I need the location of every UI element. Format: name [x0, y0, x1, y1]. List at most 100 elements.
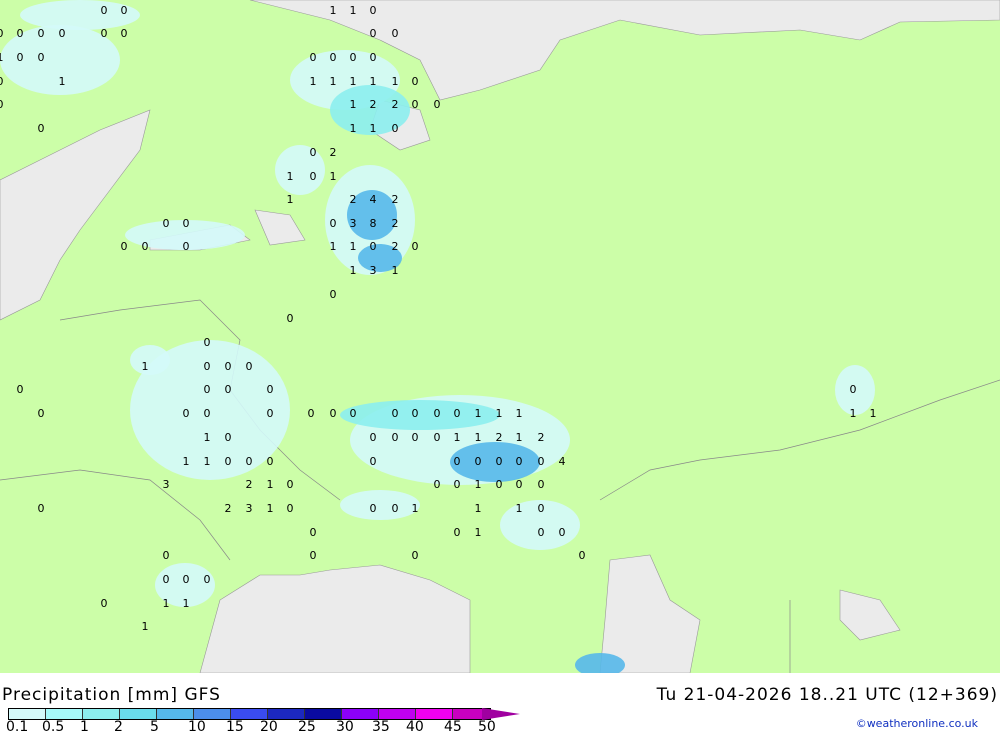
precipitation-value-label: 0: [392, 27, 399, 40]
precipitation-value-label: 0: [454, 526, 461, 539]
precipitation-map[interactable]: 0011000000000100000001111110012200011002…: [0, 0, 1000, 673]
precipitation-value-label: 0: [246, 360, 253, 373]
precipitation-value-label: 0: [330, 217, 337, 230]
precipitation-area: [340, 490, 420, 520]
precipitation-value-label: 0: [310, 526, 317, 539]
precipitation-value-label: 0: [370, 27, 377, 40]
precipitation-value-label: 0: [225, 431, 232, 444]
precipitation-value-label: 0: [163, 217, 170, 230]
precipitation-value-label: 0: [101, 597, 108, 610]
precipitation-value-label: 1: [392, 264, 399, 277]
precipitation-value-label: 4: [370, 193, 377, 206]
precipitation-value-label: 0: [412, 407, 419, 420]
lake-ladoga: [254, 209, 306, 246]
precipitation-value-label: 1: [204, 431, 211, 444]
precipitation-value-label: 1: [350, 264, 357, 277]
precipitation-value-label: 0: [142, 240, 149, 253]
precipitation-value-label: 1: [516, 431, 523, 444]
precipitation-value-label: 0: [412, 549, 419, 562]
precipitation-value-label: 2: [392, 193, 399, 206]
precipitation-value-label: 0: [38, 407, 45, 420]
precipitation-value-label: 0: [121, 4, 128, 17]
precipitation-value-label: 0: [350, 51, 357, 64]
precipitation-value-label: 0: [267, 383, 274, 396]
precipitation-value-label: 1: [496, 407, 503, 420]
color-swatch: [305, 709, 342, 719]
credit-link[interactable]: ©weatheronline.co.uk: [856, 717, 978, 730]
precipitation-value-label: 1: [475, 431, 482, 444]
caspian-sea: [599, 554, 701, 673]
precipitation-value-label: 2: [225, 502, 232, 515]
precipitation-value-label: 1: [350, 122, 357, 135]
precipitation-value-label: 1: [516, 407, 523, 420]
precipitation-value-label: 0: [183, 240, 190, 253]
precipitation-value-label: 2: [538, 431, 545, 444]
precipitation-value-label: 0: [17, 27, 24, 40]
precipitation-value-label: 2: [350, 193, 357, 206]
precipitation-value-label: 2: [392, 240, 399, 253]
precipitation-value-label: 0: [310, 51, 317, 64]
color-swatch: [342, 709, 379, 719]
precipitation-value-label: 0: [516, 455, 523, 468]
precipitation-value-label: 0: [434, 478, 441, 491]
precipitation-value-label: 1: [870, 407, 877, 420]
precipitation-value-label: 0: [310, 146, 317, 159]
precipitation-value-label: 0: [412, 98, 419, 111]
precipitation-value-label: 4: [559, 455, 566, 468]
precipitation-value-label: 0: [308, 407, 315, 420]
precipitation-value-label: 1: [310, 75, 317, 88]
precipitation-value-label: 0: [370, 431, 377, 444]
color-swatch: [157, 709, 194, 719]
color-swatch: [379, 709, 416, 719]
precipitation-value-label: 1: [287, 170, 294, 183]
precipitation-value-label: 0: [559, 526, 566, 539]
precipitation-value-label: 1: [183, 455, 190, 468]
precipitation-value-label: 0: [454, 407, 461, 420]
precipitation-value-label: 1: [350, 75, 357, 88]
precipitation-value-label: 0: [434, 407, 441, 420]
precipitation-value-label: 2: [392, 98, 399, 111]
color-swatch: [9, 709, 46, 719]
color-swatch: [268, 709, 305, 719]
precipitation-value-label: 0: [287, 312, 294, 325]
precipitation-value-label: 1: [330, 240, 337, 253]
precipitation-value-label: 0: [350, 407, 357, 420]
color-swatch: [120, 709, 157, 719]
color-swatch: [46, 709, 83, 719]
water-bodies: [0, 0, 1000, 673]
precipitation-value-label: 1: [287, 193, 294, 206]
color-swatch: [83, 709, 120, 719]
precipitation-value-label: 0: [225, 455, 232, 468]
precipitation-value-label: 1: [475, 407, 482, 420]
precipitation-value-label: 0: [59, 27, 66, 40]
precipitation-value-label: 0: [287, 478, 294, 491]
legend-panel: Precipitation [mm] GFS Tu 21-04-2026 18.…: [0, 673, 1000, 735]
precipitation-value-label: 1: [330, 4, 337, 17]
precipitation-value-label: 1: [0, 51, 4, 64]
precipitation-labels: 0011000000000100000001111110012200011002…: [0, 4, 877, 633]
precipitation-value-label: 0: [267, 407, 274, 420]
map-canvas: 0011000000000100000001111110012200011002…: [0, 0, 1000, 673]
precipitation-value-label: 0: [454, 478, 461, 491]
precipitation-value-label: 0: [246, 455, 253, 468]
precipitation-value-label: 0: [183, 573, 190, 586]
color-swatch: [194, 709, 231, 719]
precipitation-value-label: 0: [392, 502, 399, 515]
precipitation-value-label: 3: [163, 478, 170, 491]
precipitation-value-label: 0: [0, 27, 4, 40]
precipitation-value-label: 2: [370, 98, 377, 111]
map-title: Precipitation [mm] GFS: [2, 685, 221, 705]
precipitation-value-label: 0: [538, 502, 545, 515]
precipitation-value-label: 0: [434, 431, 441, 444]
precipitation-value-label: 1: [183, 597, 190, 610]
precipitation-value-label: 0: [370, 502, 377, 515]
precipitation-value-label: 1: [142, 360, 149, 373]
precipitation-value-label: 0: [204, 360, 211, 373]
precipitation-value-label: 0: [496, 478, 503, 491]
precipitation-value-label: 0: [538, 478, 545, 491]
precipitation-value-label: 0: [310, 170, 317, 183]
precipitation-value-label: 0: [204, 407, 211, 420]
precipitation-value-label: 0: [0, 75, 4, 88]
precipitation-value-label: 0: [330, 51, 337, 64]
precipitation-value-label: 3: [370, 264, 377, 277]
